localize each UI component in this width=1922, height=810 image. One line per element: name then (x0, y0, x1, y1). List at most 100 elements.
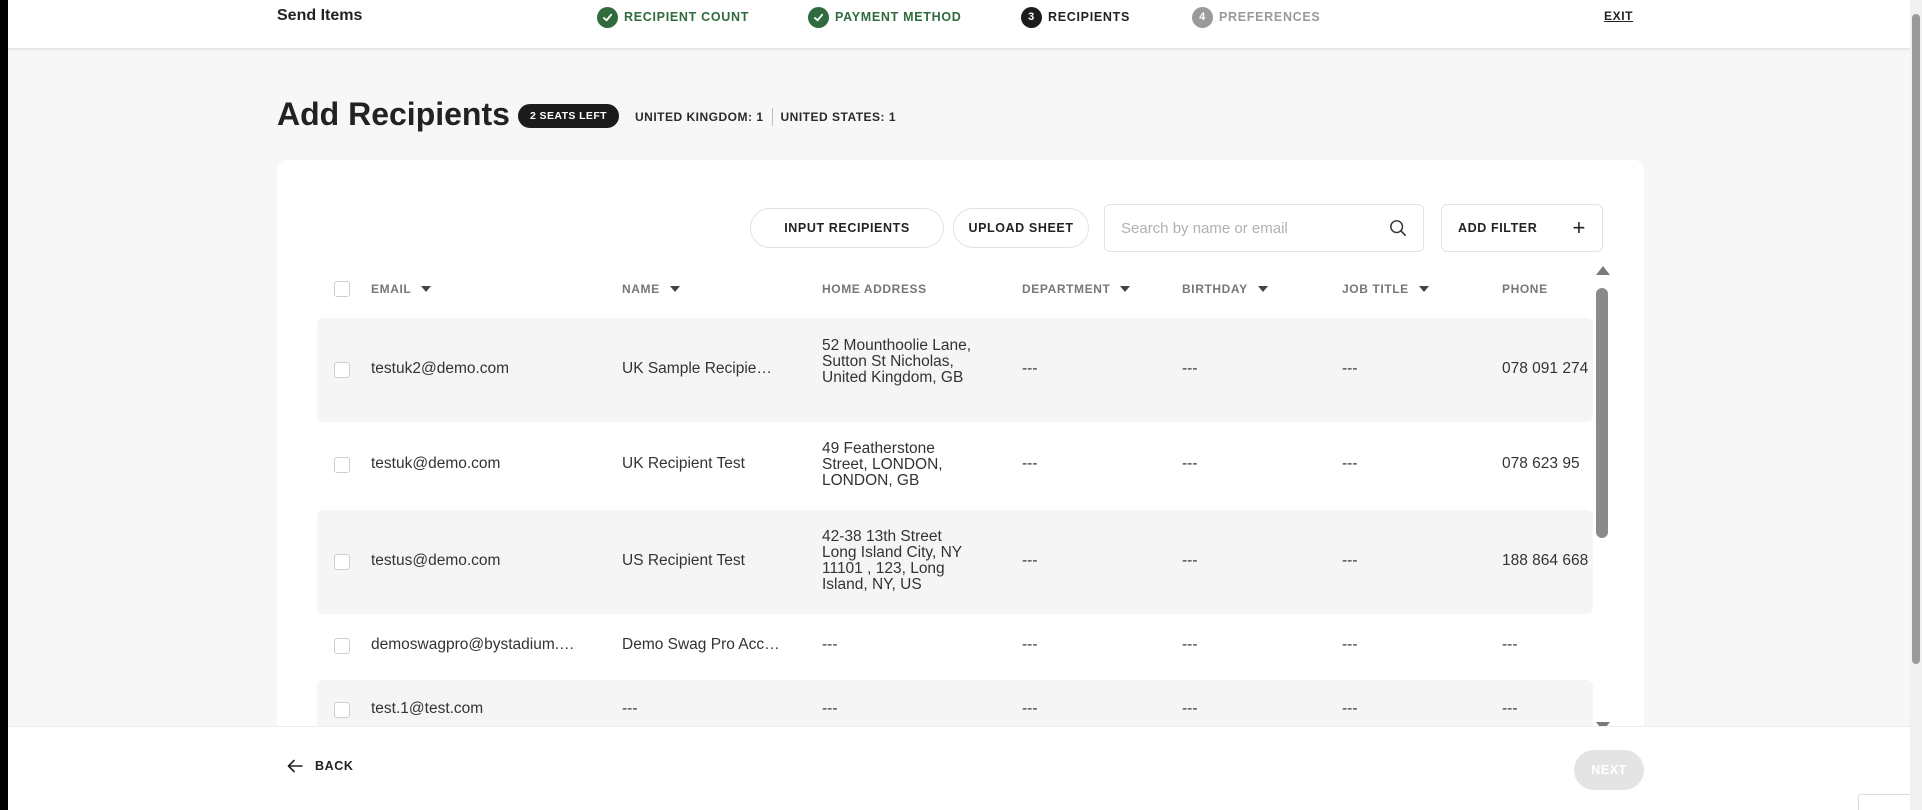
cell-phone: --- (1502, 700, 1518, 717)
table-scroll-up-arrow[interactable] (1596, 266, 1610, 275)
cell-name: UK Sample Recipie… (622, 360, 772, 377)
column-header-email[interactable]: EMAIL (371, 282, 432, 296)
search-box (1104, 204, 1424, 252)
plus-icon: + (1572, 215, 1586, 240)
cell-address: --- (822, 700, 838, 717)
step-recipients[interactable]: 3 RECIPIENTS (1021, 6, 1130, 28)
row-checkbox[interactable] (334, 457, 350, 473)
cell-name: US Recipient Test (622, 552, 745, 569)
cell-department: --- (1022, 360, 1038, 377)
corner-widget[interactable] (1858, 794, 1910, 810)
step-payment-method[interactable]: PAYMENT METHOD (808, 6, 961, 28)
seats-left-badge: 2 SEATS LEFT (518, 104, 619, 128)
upload-sheet-button[interactable]: UPLOAD SHEET (953, 208, 1089, 248)
step-recipient-count[interactable]: RECIPIENT COUNT (597, 6, 749, 28)
cell-birthday: --- (1182, 360, 1198, 377)
cell-name: UK Recipient Test (622, 455, 745, 472)
search-icon[interactable] (1389, 219, 1407, 237)
brand-title: Send Items (277, 7, 363, 24)
cell-email: demoswagpro@bystadium.… (371, 636, 575, 653)
back-button[interactable]: BACK (287, 759, 354, 773)
column-label: JOB TITLE (1342, 282, 1409, 296)
page-title: Add Recipients (277, 96, 510, 132)
exit-link[interactable]: EXIT (1604, 9, 1633, 23)
input-recipients-button[interactable]: INPUT RECIPIENTS (750, 208, 944, 248)
sort-caret-icon (1120, 286, 1131, 292)
table-header: EMAIL NAME HOME ADDRESS DEPARTMENT BIRTH… (317, 276, 1593, 302)
cell-phone: 078 091 274 (1502, 360, 1589, 377)
step-label: RECIPIENT COUNT (624, 10, 750, 24)
cell-email: test.1@test.com (371, 700, 484, 717)
cell-department: --- (1022, 552, 1038, 569)
next-button[interactable]: NEXT (1574, 750, 1644, 790)
row-checkbox[interactable] (334, 702, 350, 718)
table-row[interactable]: testus@demo.com US Recipient Test 42-38 … (317, 510, 1593, 614)
select-all-checkbox[interactable] (334, 281, 350, 297)
table-row[interactable]: testuk2@demo.com UK Sample Recipie… 52 M… (317, 318, 1593, 422)
check-icon (808, 6, 829, 28)
cell-address: --- (822, 636, 838, 653)
country-count-us: UNITED STATES: 1 (780, 110, 897, 124)
app-viewport: Send Items RECIPIENT COUNT PAYMENT METHO… (8, 0, 1910, 810)
cell-name: --- (622, 700, 638, 717)
sort-caret-icon (1257, 286, 1268, 292)
sort-caret-icon (421, 286, 432, 292)
country-count-uk: UNITED KINGDOM: 1 (635, 110, 764, 124)
cell-job-title: --- (1342, 455, 1358, 472)
column-label: PHONE (1502, 282, 1548, 296)
cell-birthday: --- (1182, 455, 1198, 472)
column-header-name[interactable]: NAME (622, 282, 680, 296)
step-preferences[interactable]: 4 PREFERENCES (1192, 6, 1320, 28)
row-checkbox[interactable] (334, 362, 350, 378)
cell-name: Demo Swag Pro Acc… (622, 636, 780, 653)
step-label: RECIPIENTS (1048, 10, 1131, 24)
sort-caret-icon (1418, 286, 1429, 292)
cell-phone: 188 864 668 (1502, 552, 1589, 569)
cell-department: --- (1022, 636, 1038, 653)
divider (771, 108, 773, 126)
cell-phone: 078 623 95 (1502, 455, 1580, 472)
column-header-birthday[interactable]: BIRTHDAY (1182, 282, 1268, 296)
cell-birthday: --- (1182, 552, 1198, 569)
cell-email: testuk@demo.com (371, 455, 501, 472)
column-label: DEPARTMENT (1022, 282, 1111, 296)
cell-birthday: --- (1182, 700, 1198, 717)
step-label: PAYMENT METHOD (835, 10, 962, 24)
column-header-phone: PHONE (1502, 282, 1548, 296)
arrow-left-icon (287, 759, 303, 773)
top-header: Send Items RECIPIENT COUNT PAYMENT METHO… (8, 0, 1910, 49)
table-row[interactable]: test.1@test.com --- --- --- --- --- --- (317, 680, 1593, 728)
cell-email: testus@demo.com (371, 552, 501, 569)
cell-job-title: --- (1342, 700, 1358, 717)
column-label: BIRTHDAY (1182, 282, 1248, 296)
cell-address: 42-38 13th Street Long Island City, NY 1… (822, 529, 962, 593)
country-counts: UNITED KINGDOM: 1 UNITED STATES: 1 (635, 108, 896, 126)
table-row[interactable]: testuk@demo.com UK Recipient Test 49 Fea… (317, 422, 1593, 508)
table-scrollbar-thumb[interactable] (1596, 288, 1608, 538)
table-row[interactable]: demoswagpro@bystadium.… Demo Swag Pro Ac… (317, 614, 1593, 678)
sort-caret-icon (669, 286, 680, 292)
cell-address: 52 Mounthoolie Lane, Sutton St Nicholas,… (822, 338, 972, 386)
column-label: HOME ADDRESS (822, 282, 927, 296)
cell-job-title: --- (1342, 636, 1358, 653)
add-filter-button[interactable]: ADD FILTER + (1441, 204, 1603, 252)
step-number: 3 (1021, 6, 1042, 28)
column-header-job-title[interactable]: JOB TITLE (1342, 282, 1429, 296)
column-header-department[interactable]: DEPARTMENT (1022, 282, 1131, 296)
cell-address: 49 Featherstone Street, LONDON, LONDON, … (822, 441, 943, 489)
row-checkbox[interactable] (334, 638, 350, 654)
column-label: EMAIL (371, 282, 412, 296)
column-label: NAME (622, 282, 660, 296)
column-header-home-address: HOME ADDRESS (822, 282, 927, 296)
page-scrollbar-thumb[interactable] (1912, 14, 1920, 664)
cell-job-title: --- (1342, 552, 1358, 569)
step-number: 4 (1192, 6, 1213, 28)
row-checkbox[interactable] (334, 554, 350, 570)
back-label: BACK (315, 759, 354, 773)
cell-department: --- (1022, 700, 1038, 717)
cell-birthday: --- (1182, 636, 1198, 653)
cell-job-title: --- (1342, 360, 1358, 377)
step-label: PREFERENCES (1219, 10, 1321, 24)
search-input[interactable] (1121, 219, 1389, 237)
cell-email: testuk2@demo.com (371, 360, 510, 377)
